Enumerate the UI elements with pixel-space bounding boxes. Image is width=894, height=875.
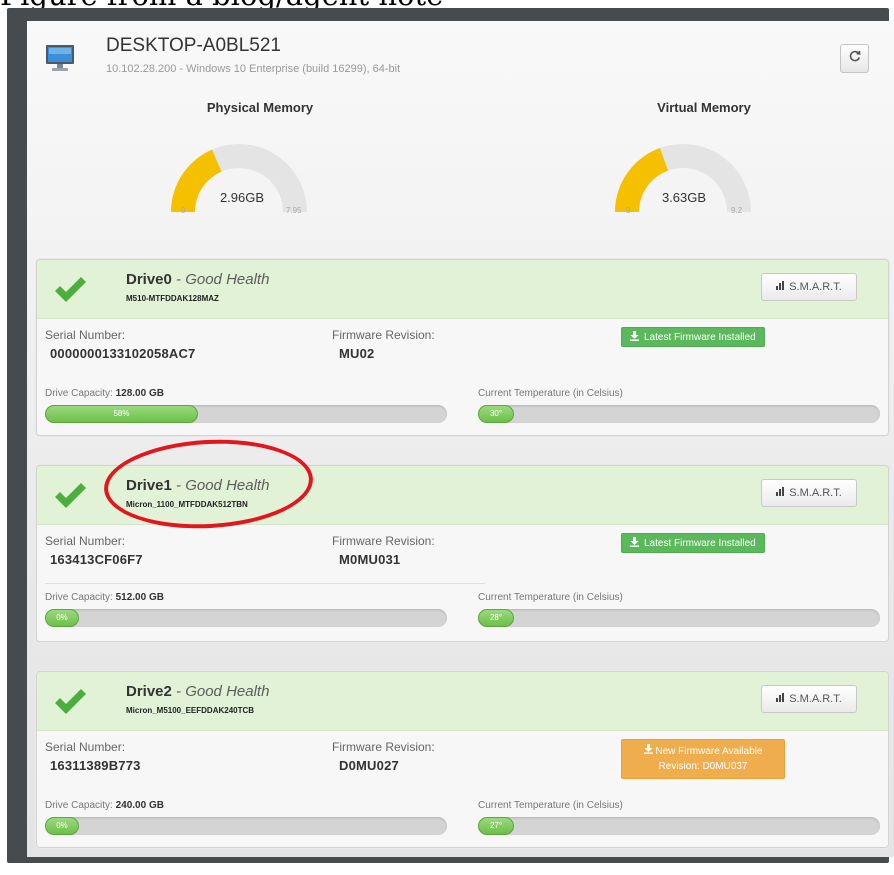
capacity-value: 128.00 GB xyxy=(115,388,164,399)
temperature-bar-fill: 28° xyxy=(478,609,514,627)
smart-label: S.M.A.R.T. xyxy=(789,487,842,499)
system-panel: DESKTOP-A0BL521 10.102.28.200 - Windows … xyxy=(27,21,894,857)
virtual-memory-min: 0 xyxy=(626,206,631,215)
temperature-label: Current Temperature (in Celsius) xyxy=(478,800,623,811)
virtual-memory-max: 9.2 xyxy=(731,206,743,215)
drive-card-0: Drive0 - Good Health M510-MTFDDAK128MAZ … xyxy=(36,259,889,436)
capacity-label: Drive Capacity: xyxy=(45,800,113,811)
capacity-bar-fill: 0% xyxy=(45,609,79,627)
download-icon xyxy=(630,536,639,550)
capacity-label: Drive Capacity: xyxy=(45,592,113,603)
capacity-bar-fill: 0% xyxy=(45,817,79,835)
drive-name: Drive2 xyxy=(126,683,172,700)
temperature-bar-fill: 27° xyxy=(478,817,514,835)
serial-value: 16311389B773 xyxy=(50,758,141,773)
capacity-line: Drive Capacity: 240.00 GB xyxy=(45,800,164,811)
firmware-status-badge[interactable]: Latest Firmware Installed xyxy=(621,327,765,347)
serial-value: 163413CF06F7 xyxy=(50,552,143,567)
smart-label: S.M.A.R.T. xyxy=(789,281,842,293)
capacity-line: Drive Capacity: 128.00 GB xyxy=(45,388,164,399)
hostname: DESKTOP-A0BL521 xyxy=(106,35,281,56)
window-frame: DESKTOP-A0BL521 10.102.28.200 - Windows … xyxy=(7,8,894,863)
capacity-bar-fill: 58% xyxy=(45,405,198,423)
firmware-value: D0MU027 xyxy=(339,758,399,773)
capacity-bar: 0% xyxy=(45,609,447,627)
capacity-bar: 58% xyxy=(45,405,447,423)
firmware-status-text: New Firmware Available xyxy=(655,746,763,757)
check-icon xyxy=(53,276,87,309)
drive-title: Drive2 - Good Health xyxy=(126,683,269,700)
drive-card-header: Drive2 - Good Health Micron_M5100_EEFDDA… xyxy=(37,672,888,731)
serial-label: Serial Number: xyxy=(45,534,126,548)
download-icon xyxy=(630,330,639,344)
bar-chart-icon xyxy=(776,281,786,293)
virtual-memory-value: 3.63GB xyxy=(661,190,707,205)
serial-value: 0000000133102058AC7 xyxy=(50,346,196,361)
drive-card-body: Serial Number: 163413CF06F7 Firmware Rev… xyxy=(37,525,888,641)
firmware-label: Firmware Revision: xyxy=(332,328,435,342)
smart-button[interactable]: S.M.A.R.T. xyxy=(761,479,857,507)
firmware-label: Firmware Revision: xyxy=(332,740,435,754)
drive-card-header: Drive0 - Good Health M510-MTFDDAK128MAZ … xyxy=(37,260,888,319)
drive-card-body: Serial Number: 16311389B773 Firmware Rev… xyxy=(37,731,888,847)
drive-card-body: Serial Number: 0000000133102058AC7 Firmw… xyxy=(37,319,888,435)
serial-label: Serial Number: xyxy=(45,328,126,342)
refresh-icon xyxy=(848,49,862,68)
temperature-label: Current Temperature (in Celsius) xyxy=(478,388,623,399)
firmware-status-text: Latest Firmware Installed xyxy=(644,331,756,343)
capacity-label: Drive Capacity: xyxy=(45,388,113,399)
firmware-status-text: Latest Firmware Installed xyxy=(644,537,756,549)
firmware-value: M0MU031 xyxy=(339,552,401,567)
check-icon xyxy=(53,482,87,515)
serial-label: Serial Number: xyxy=(45,740,126,754)
firmware-revision-text: Revision: D0MU037 xyxy=(658,761,748,772)
capacity-value: 240.00 GB xyxy=(115,800,164,811)
temperature-bar: 27° xyxy=(478,817,880,835)
smart-label: S.M.A.R.T. xyxy=(789,693,842,705)
firmware-update-badge[interactable]: New Firmware Available Revision: D0MU037 xyxy=(621,739,785,779)
drive-health: - Good Health xyxy=(171,271,270,288)
bar-chart-icon xyxy=(776,693,786,705)
temperature-bar-fill: 30° xyxy=(478,405,514,423)
smart-button[interactable]: S.M.A.R.T. xyxy=(761,273,857,301)
drive-title: Drive0 - Good Health xyxy=(126,271,269,288)
physical-memory-title: Physical Memory xyxy=(206,100,314,115)
system-info: 10.102.28.200 - Windows 10 Enterprise (b… xyxy=(106,63,401,75)
capacity-value: 512.00 GB xyxy=(115,592,164,603)
physical-memory-value: 2.96GB xyxy=(219,190,265,205)
drive-card-2: Drive2 - Good Health Micron_M5100_EEFDDA… xyxy=(36,671,889,848)
divider xyxy=(45,583,485,584)
check-icon xyxy=(53,688,87,721)
physical-memory-max: 7.95 xyxy=(286,206,302,215)
monitor-icon xyxy=(45,43,75,78)
refresh-button[interactable] xyxy=(840,44,869,73)
drive-health: - Good Health xyxy=(171,683,270,700)
firmware-value: MU02 xyxy=(339,346,375,361)
drive-model: M510-MTFDDAK128MAZ xyxy=(126,294,219,303)
firmware-update-line1: New Firmware Available xyxy=(622,744,784,759)
capacity-bar: 0% xyxy=(45,817,447,835)
virtual-memory-title: Virtual Memory xyxy=(657,100,751,115)
capacity-line: Drive Capacity: 512.00 GB xyxy=(45,592,164,603)
temperature-bar: 28° xyxy=(478,609,880,627)
drive-name: Drive0 xyxy=(126,271,172,288)
smart-button[interactable]: S.M.A.R.T. xyxy=(761,685,857,713)
firmware-status-badge[interactable]: Latest Firmware Installed xyxy=(621,533,765,553)
drive-model: Micron_M5100_EEFDDAK240TCB xyxy=(126,706,255,715)
download-icon xyxy=(643,744,653,757)
firmware-label: Firmware Revision: xyxy=(332,534,435,548)
temperature-label: Current Temperature (in Celsius) xyxy=(478,592,623,603)
bar-chart-icon xyxy=(776,487,786,499)
physical-memory-min: 0 xyxy=(181,206,186,215)
temperature-bar: 30° xyxy=(478,405,880,423)
